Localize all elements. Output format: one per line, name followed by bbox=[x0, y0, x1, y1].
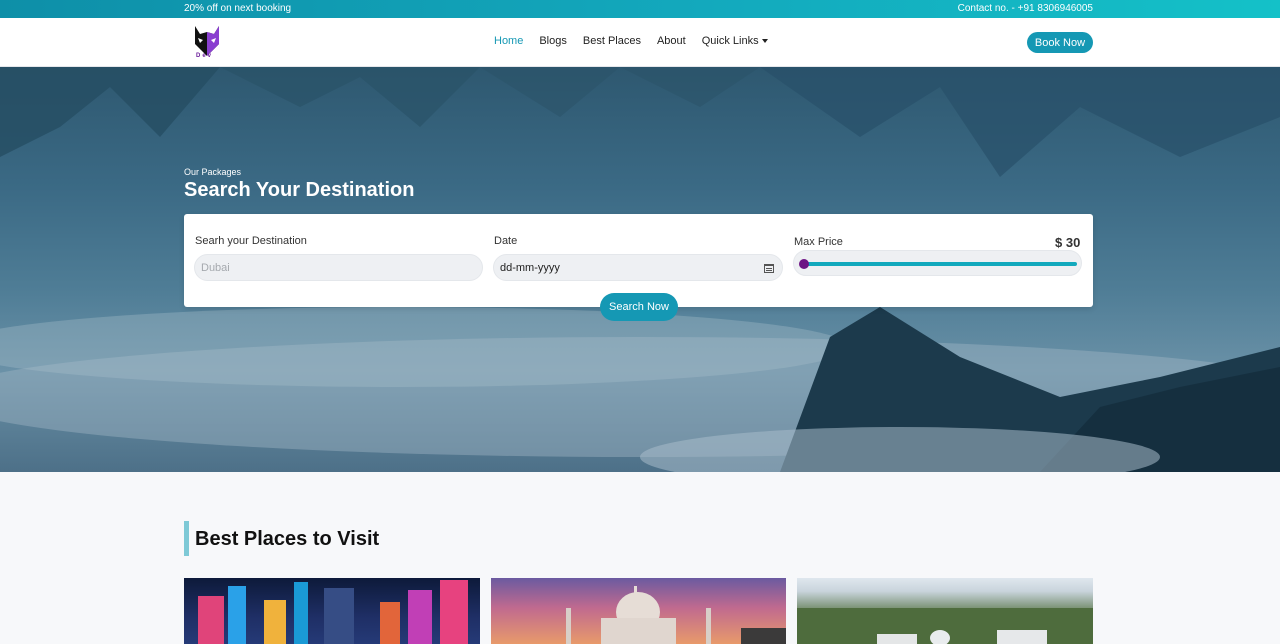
place-card-image[interactable] bbox=[797, 578, 1093, 644]
max-price-value: $ 30 bbox=[1055, 235, 1081, 250]
destination-label: Searh your Destination bbox=[195, 235, 307, 247]
nav-blogs[interactable]: Blogs bbox=[539, 35, 567, 47]
slider-thumb[interactable] bbox=[799, 259, 809, 269]
hero-subtitle: Our Packages bbox=[184, 167, 242, 177]
city-lights-image bbox=[198, 580, 468, 644]
nav-best-places[interactable]: Best Places bbox=[583, 35, 641, 47]
announcement-bar: 20% off on next booking Contact no. - +9… bbox=[0, 0, 1280, 18]
search-now-button[interactable]: Search Now bbox=[600, 293, 678, 321]
price-slider[interactable] bbox=[793, 250, 1082, 276]
place-card-image[interactable] bbox=[491, 578, 786, 644]
date-placeholder: dd-mm-yyyy bbox=[500, 262, 560, 274]
promo-text: 20% off on next booking bbox=[184, 3, 292, 14]
caret-down-icon bbox=[761, 39, 768, 44]
slider-track[interactable] bbox=[799, 259, 1077, 269]
best-places-title: Best Places to Visit bbox=[195, 528, 380, 550]
quick-links-label: Quick Links bbox=[701, 35, 759, 47]
hero-title: Search Your Destination bbox=[184, 179, 415, 201]
place-card-image[interactable] bbox=[184, 578, 480, 644]
nav-about[interactable]: About bbox=[657, 35, 686, 47]
hero-section: Our Packages Search Your Destination Sea… bbox=[0, 67, 1280, 472]
section-accent-bar bbox=[184, 521, 189, 556]
book-now-button[interactable]: Book Now bbox=[1027, 32, 1093, 53]
date-label: Date bbox=[494, 235, 518, 247]
destination-input[interactable]: Dubai bbox=[194, 254, 483, 281]
taj-mahal-image bbox=[566, 586, 786, 644]
logo-text: Dev bbox=[196, 53, 214, 59]
date-input[interactable]: dd-mm-yyyy bbox=[493, 254, 783, 281]
city-aerial-image bbox=[797, 608, 1093, 644]
contact-number: Contact no. - +91 8306946005 bbox=[957, 3, 1093, 14]
max-price-label: Max Price bbox=[794, 236, 843, 248]
nav-home[interactable]: Home bbox=[494, 35, 523, 47]
calendar-icon[interactable] bbox=[764, 264, 774, 273]
navbar: Dev Home Blogs Best Places About Quick L… bbox=[0, 18, 1280, 67]
nav-links: Home Blogs Best Places About Quick Links bbox=[494, 35, 784, 47]
nav-quick-links[interactable]: Quick Links bbox=[702, 35, 768, 47]
logo[interactable]: Dev bbox=[192, 22, 222, 62]
